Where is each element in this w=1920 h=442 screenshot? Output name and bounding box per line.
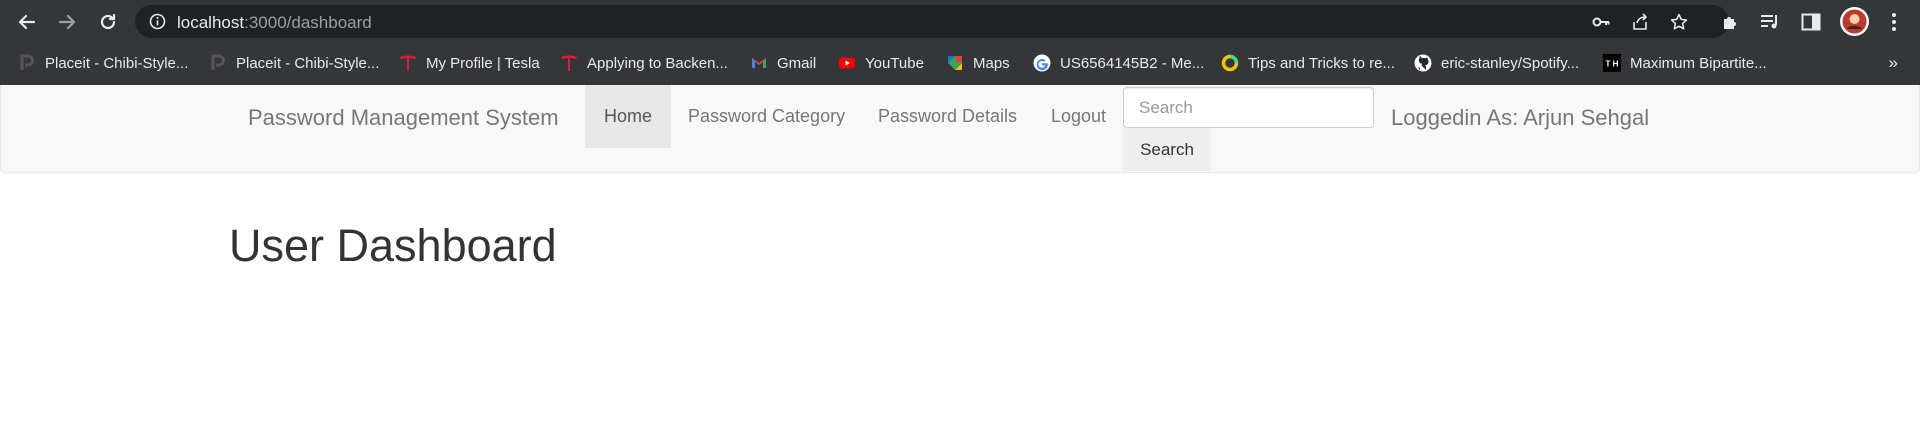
bookmark-item[interactable]: Gmail (750, 51, 816, 75)
th-icon: T H (1603, 54, 1621, 72)
bookmark-label: YouTube (865, 54, 924, 72)
bookmark-label: Maximum Bipartite... (1630, 54, 1767, 72)
search-button[interactable]: Search (1123, 128, 1211, 171)
gmail-icon (752, 58, 766, 68)
bookmark-item[interactable]: Maps (946, 51, 1010, 75)
menu-kebab-icon[interactable] (1883, 11, 1905, 33)
search-input[interactable] (1123, 87, 1374, 128)
bookmark-item[interactable]: My Profile | Tesla (399, 51, 540, 75)
app-navbar: Password Management System Home Password… (0, 85, 1920, 173)
bookmark-item[interactable]: Tips and Tricks to re... (1221, 51, 1395, 75)
google-icon (1033, 54, 1051, 72)
bookmark-item[interactable]: YouTube (838, 51, 924, 75)
bookmark-label: My Profile | Tesla (426, 54, 540, 72)
url-text: localhost:3000/dashboard (177, 13, 372, 33)
side-panel-icon[interactable] (1800, 11, 1822, 33)
bookmark-item[interactable]: Placeit - Chibi-Style... (18, 51, 188, 75)
bookmark-label: US6564145B2 - Me... (1060, 54, 1205, 72)
bookmark-item[interactable]: Applying to Backen... (560, 51, 728, 75)
profile-avatar[interactable] (1840, 7, 1869, 36)
youtube-icon (839, 57, 855, 69)
back-button[interactable] (13, 8, 41, 36)
bookmark-item[interactable]: US6564145B2 - Me... (1033, 51, 1204, 75)
nav-password-details[interactable]: Password Details (859, 85, 1036, 148)
address-bar[interactable]: localhost:3000/dashboard (135, 5, 1729, 38)
bookmark-label: Applying to Backen... (587, 54, 728, 72)
bookmark-label: Placeit - Chibi-Style... (45, 54, 189, 72)
bookmark-label: Maps (973, 54, 1010, 72)
star-icon[interactable] (1670, 13, 1688, 31)
browser-toolbar: localhost:3000/dashboard (0, 0, 1920, 43)
nav-password-category[interactable]: Password Category (669, 85, 864, 148)
nav-home[interactable]: Home (585, 85, 672, 148)
reload-button[interactable] (94, 8, 122, 36)
placeit-icon (211, 54, 225, 70)
bookmark-label: eric-stanley/Spotify... (1441, 54, 1580, 72)
ring-icon (1221, 54, 1239, 72)
bookmarks-overflow-button[interactable]: » (1889, 53, 1898, 73)
bookmark-item[interactable]: Placeit - Chibi-Style... (209, 51, 379, 75)
nav-logout[interactable]: Logout (1032, 85, 1125, 148)
bookmark-label: Tips and Tricks to re... (1248, 54, 1395, 72)
url-path: :3000/dashboard (244, 13, 372, 32)
forward-button[interactable] (53, 8, 81, 36)
logged-in-user: Loggedin As: Arjun Sehgal (1391, 105, 1650, 130)
bookmarks-bar: Placeit - Chibi-Style... Placeit - Chibi… (0, 43, 1920, 85)
avatar-icon (1842, 9, 1867, 34)
reload-icon (100, 13, 116, 30)
maps-icon (948, 56, 962, 70)
back-arrow-icon (18, 14, 36, 30)
bookmark-item[interactable]: eric-stanley/Spotify... (1414, 51, 1579, 75)
placeit-icon (20, 54, 34, 70)
forward-arrow-icon (58, 14, 76, 30)
svg-text:T H: T H (1606, 60, 1619, 69)
page-title: User Dashboard (229, 220, 557, 271)
tesla-icon (561, 55, 577, 71)
brand-title[interactable]: Password Management System (248, 105, 559, 131)
site-info-icon[interactable] (149, 13, 166, 30)
bookmark-item[interactable]: T H Maximum Bipartite... (1603, 51, 1767, 75)
media-queue-icon[interactable] (1759, 11, 1781, 33)
extensions-icon[interactable] (1720, 11, 1742, 33)
tesla-icon (400, 55, 416, 71)
share-icon[interactable] (1631, 13, 1649, 31)
github-icon (1414, 54, 1432, 72)
bookmark-label: Gmail (777, 54, 817, 72)
url-host: localhost (177, 13, 245, 32)
bookmark-label: Placeit - Chibi-Style... (236, 54, 380, 72)
key-icon[interactable] (1592, 13, 1610, 31)
